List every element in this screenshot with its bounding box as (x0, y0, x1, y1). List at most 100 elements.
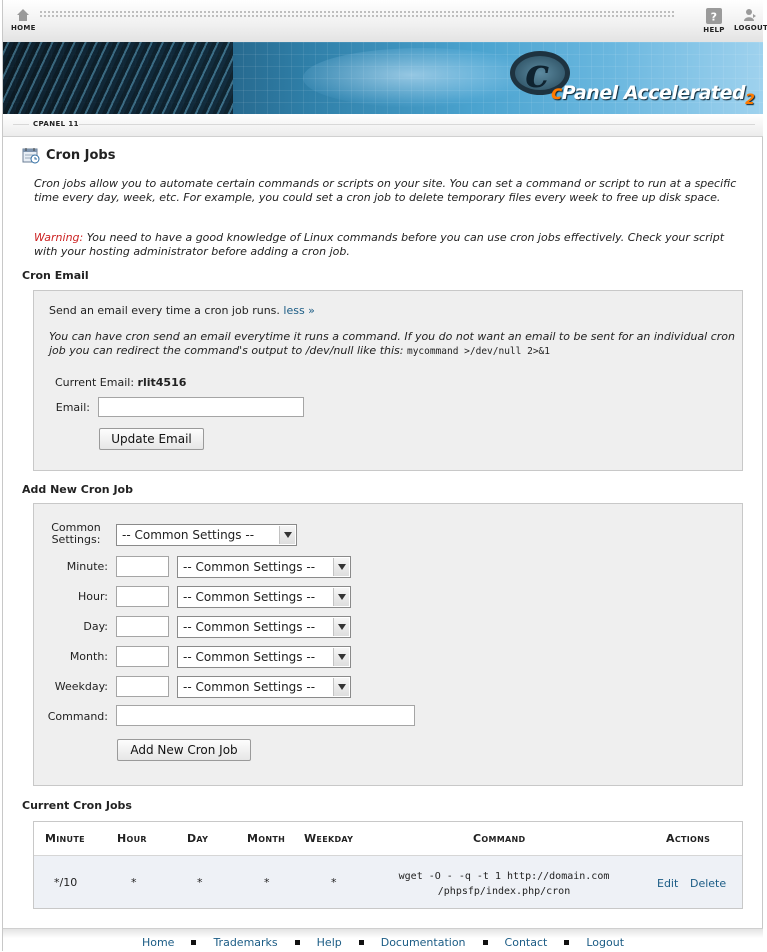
footer-separator (294, 939, 300, 945)
logout-label: LOGOUT (734, 24, 767, 32)
minute-select-value: -- Common Settings -- (183, 560, 316, 574)
cpanel-logo-letter: c (525, 50, 550, 97)
warning-text: Warning: You need to have a good knowled… (34, 231, 742, 259)
minute-label: Minute: (66, 560, 108, 573)
col-command-header: Command (473, 832, 526, 845)
user-logout-icon (744, 9, 756, 21)
chevron-down-icon (333, 678, 349, 696)
home-label: HOME (11, 24, 36, 32)
chevron-down-icon (279, 526, 295, 544)
command-input[interactable] (116, 705, 415, 726)
command-label: Command: (47, 710, 108, 723)
common-settings-select[interactable]: -- Common Settings -- (116, 524, 297, 546)
table-row: */10 * * * * wget -O - -q -t 1 http://do… (34, 856, 742, 908)
chevron-down-icon (333, 588, 349, 606)
add-cron-job-panel: Common Settings: -- Common Settings -- M… (33, 503, 743, 786)
less-link[interactable]: less » (283, 304, 315, 317)
logo-accelerated: Accelerated (623, 82, 746, 104)
cell-command-line2: /phpsfp/index.php/cron (437, 886, 571, 897)
banner-cables-image (3, 42, 233, 114)
hour-label: Hour: (77, 590, 108, 603)
footer-separator (564, 939, 570, 945)
cell-weekday: * (331, 876, 337, 889)
help-label: HELP (703, 26, 725, 34)
breadcrumb-bar: CPANEL 11 (3, 114, 763, 137)
common-settings-label: Common Settings: (44, 522, 108, 546)
col-month-header: Month (247, 832, 286, 845)
send-email-text: Send an email every time a cron job runs… (49, 304, 280, 317)
footer-help-link[interactable]: Help (317, 936, 342, 949)
day-input[interactable] (116, 616, 169, 637)
month-select-value: -- Common Settings -- (183, 650, 316, 664)
footer-links: Home Trademarks Help Documentation Contact Lo… (3, 936, 763, 949)
home-icon (17, 9, 29, 21)
logout-nav-button[interactable]: LOGOUT (734, 8, 767, 32)
common-settings-label-line2: Settings: (51, 533, 101, 546)
redirect-code-sample: mycommand >/dev/null 2>&1 (406, 346, 550, 357)
cron-jobs-table: Minute Hour Day Month Weekday Command Ac… (33, 821, 743, 909)
cron-email-info-text: You can have cron send an email everytim… (49, 330, 735, 357)
breadcrumb-rule-right (79, 124, 755, 125)
help-nav-button[interactable]: ? HELP (703, 8, 725, 34)
footer-separator (191, 939, 197, 945)
add-cron-job-heading: Add New Cron Job (22, 483, 133, 496)
month-input[interactable] (116, 646, 169, 667)
update-email-button[interactable]: Update Email (99, 428, 204, 450)
current-email-row: Current Email: rlit4516 (55, 376, 186, 389)
footer-separator (482, 939, 488, 945)
weekday-input[interactable] (116, 676, 169, 697)
col-day-header: Day (187, 832, 209, 845)
hour-select-value: -- Common Settings -- (183, 590, 316, 604)
footer-separator (358, 939, 364, 945)
warning-label: Warning: (34, 231, 84, 244)
logo-c-letter: c (551, 82, 562, 104)
email-label: Email: (55, 401, 90, 414)
day-settings-select[interactable]: -- Common Settings -- (177, 616, 351, 638)
weekday-settings-select[interactable]: -- Common Settings -- (177, 676, 351, 698)
cell-command-line1: wget -O - -q -t 1 http://domain.com (398, 871, 610, 882)
cpanel-banner: c cPanel Accelerated2 (3, 42, 763, 114)
cron-email-panel: Send an email every time a cron job runs… (33, 290, 743, 471)
col-minute-header: Minute (45, 832, 85, 845)
cell-command: wget -O - -q -t 1 http://domain.com /php… (364, 869, 644, 899)
col-weekday-header: Weekday (304, 832, 354, 845)
calendar-clock-icon (22, 148, 40, 164)
minute-input[interactable] (116, 556, 169, 577)
cell-minute: */10 (54, 876, 78, 889)
footer-bar: Home Trademarks Help Documentation Contact Lo… (3, 928, 763, 952)
footer-home-link[interactable]: Home (142, 936, 174, 949)
help-icon: ? (706, 8, 722, 24)
cell-hour: * (131, 876, 137, 889)
hour-settings-select[interactable]: -- Common Settings -- (177, 586, 351, 608)
hour-input[interactable] (116, 586, 169, 607)
svg-text:?: ? (711, 11, 718, 24)
cell-month: * (264, 876, 270, 889)
cpanel-logo-text: cPanel Accelerated2 (551, 82, 755, 108)
warning-body: You need to have a good knowledge of Lin… (34, 231, 725, 258)
common-settings-select-value: -- Common Settings -- (122, 528, 255, 542)
chevron-down-icon (333, 558, 349, 576)
cell-day: * (197, 876, 203, 889)
add-new-cron-job-button[interactable]: Add New Cron Job (117, 739, 251, 761)
cron-email-heading: Cron Email (22, 269, 89, 282)
current-email-value: rlit4516 (137, 376, 187, 389)
home-nav-button[interactable]: HOME (11, 8, 35, 32)
email-input[interactable] (98, 397, 304, 417)
month-settings-select[interactable]: -- Common Settings -- (177, 646, 351, 668)
footer-trademarks-link[interactable]: Trademarks (213, 936, 277, 949)
edit-cron-job-link[interactable]: Edit (657, 877, 678, 890)
day-label: Day: (83, 620, 108, 633)
month-label: Month: (69, 650, 108, 663)
send-email-line: Send an email every time a cron job runs… (49, 304, 315, 317)
weekday-select-value: -- Common Settings -- (183, 680, 316, 694)
current-email-label: Current Email: (55, 376, 135, 389)
delete-cron-job-link[interactable]: Delete (690, 877, 726, 890)
chevron-down-icon (333, 648, 349, 666)
breadcrumb[interactable]: CPANEL 11 (33, 120, 79, 128)
breadcrumb-rule-left (13, 124, 29, 125)
footer-documentation-link[interactable]: Documentation (381, 936, 466, 949)
footer-logout-link[interactable]: Logout (586, 936, 624, 949)
dotted-divider (39, 10, 675, 18)
minute-settings-select[interactable]: -- Common Settings -- (177, 556, 351, 578)
footer-contact-link[interactable]: Contact (505, 936, 548, 949)
